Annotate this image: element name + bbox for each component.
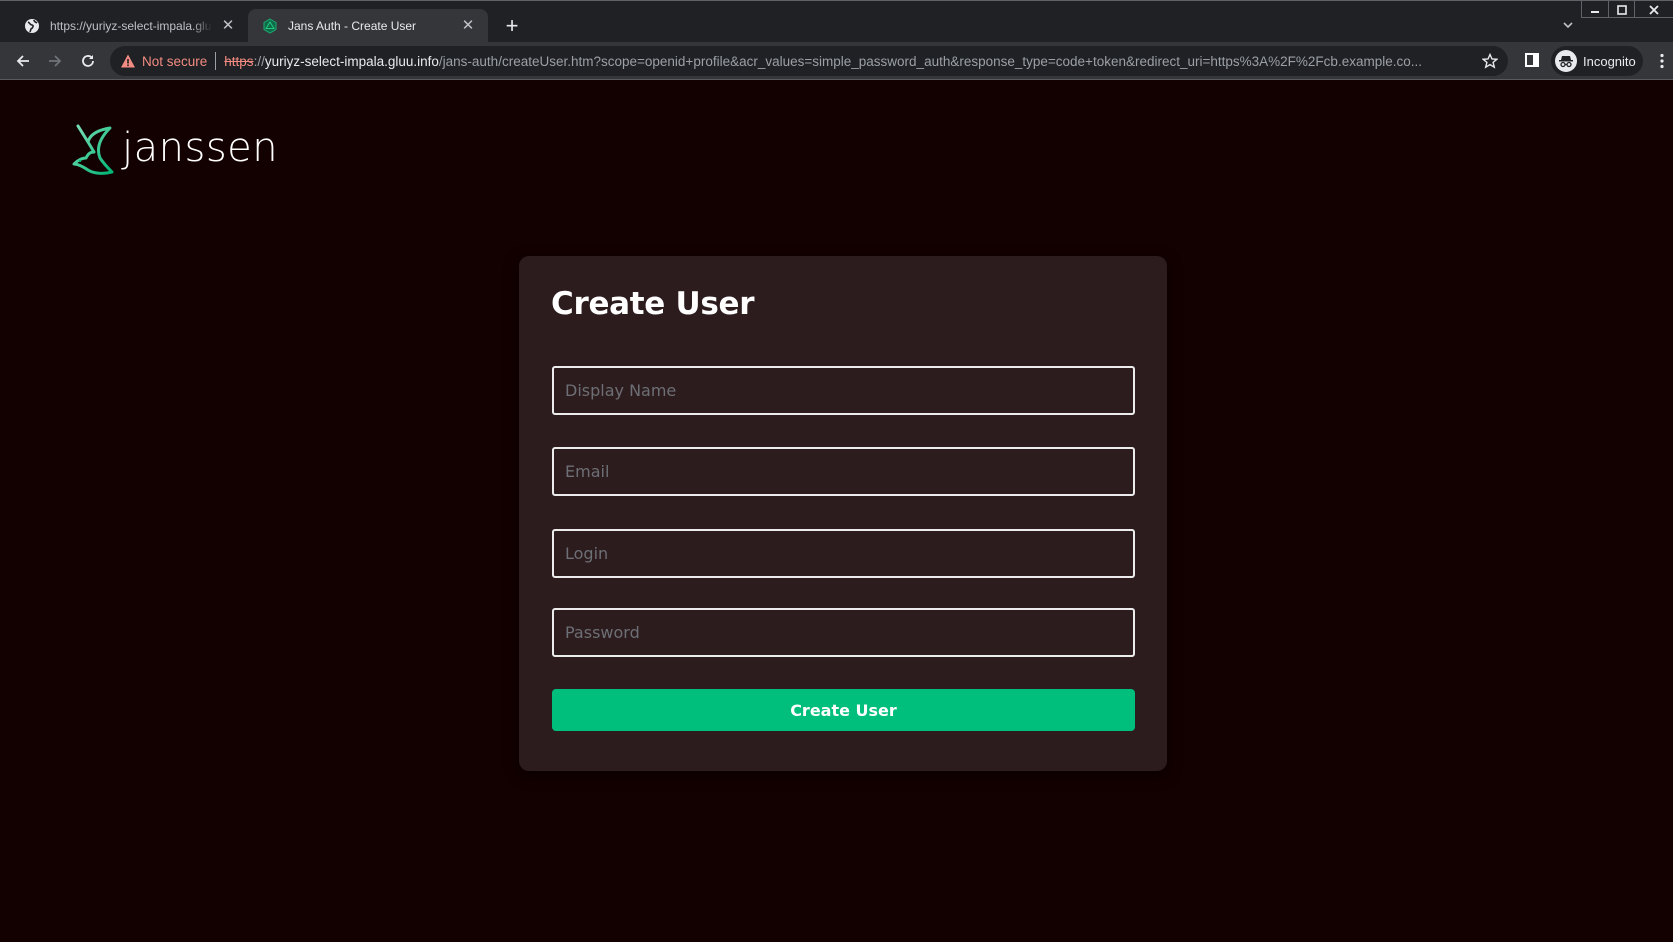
maximize-button[interactable] — [1608, 1, 1634, 18]
tab-search-chevron-icon[interactable] — [1560, 17, 1576, 33]
email-input[interactable] — [552, 447, 1135, 496]
incognito-label: Incognito — [1583, 53, 1636, 69]
security-status[interactable]: Not secure — [142, 54, 207, 69]
divider — [215, 52, 217, 70]
new-tab-button[interactable]: + — [500, 14, 524, 38]
browser-menu-kebab-icon[interactable] — [1658, 53, 1666, 69]
bird-logo-icon — [72, 124, 114, 175]
tab-title: https://yuriyz-select-impala.gluu.info — [50, 19, 212, 33]
reload-button[interactable] — [77, 50, 99, 72]
browser-tabstrip: https://yuriyz-select-impala.gluu.info ✕… — [0, 0, 1673, 43]
close-tab-icon[interactable]: ✕ — [460, 18, 476, 34]
url-slashes: :// — [253, 53, 265, 69]
url-path: /jans-auth/createUser.htm?scope=openid+p… — [438, 53, 1422, 69]
bookmark-star-icon[interactable] — [1481, 52, 1499, 69]
create-user-card: Create User Create User — [519, 256, 1167, 771]
incognito-icon — [1555, 50, 1577, 72]
janssen-icosahedron-icon — [262, 18, 278, 34]
side-panel-icon[interactable] — [1525, 53, 1539, 67]
url-host: yuriyz-select-impala.gluu.info — [264, 53, 439, 69]
warning-triangle-icon[interactable] — [120, 53, 136, 69]
reload-icon — [82, 55, 94, 67]
arrow-right-icon — [49, 55, 62, 67]
forward-button[interactable] — [44, 50, 66, 72]
display-name-input[interactable] — [552, 366, 1135, 415]
window-controls — [1581, 1, 1673, 18]
close-tab-icon[interactable]: ✕ — [220, 18, 236, 34]
globe-icon — [24, 18, 40, 34]
close-window-button[interactable] — [1634, 1, 1672, 18]
url-text[interactable]: https :// yuriyz-select-impala.gluu.info… — [224, 54, 1422, 69]
logo-wordmark: janssen — [122, 125, 279, 171]
incognito-profile-button[interactable]: Incognito — [1551, 46, 1643, 76]
browser-toolbar: Not secure https :// yuriyz-select-impal… — [0, 42, 1673, 80]
url-scheme: https — [224, 53, 254, 69]
janssen-logo[interactable]: janssen — [72, 124, 278, 178]
back-button[interactable] — [12, 50, 34, 72]
tab-active[interactable]: Jans Auth - Create User ✕ — [248, 9, 488, 43]
tab-inactive[interactable]: https://yuriyz-select-impala.gluu.info ✕ — [10, 9, 248, 43]
password-input[interactable] — [552, 608, 1135, 657]
tab-title: Jans Auth - Create User — [288, 19, 417, 33]
login-input[interactable] — [552, 529, 1135, 578]
create-user-button[interactable]: Create User — [552, 689, 1135, 731]
form-title: Create User — [551, 286, 755, 322]
minimize-button[interactable] — [1582, 1, 1608, 18]
address-bar[interactable]: Not secure https :// yuriyz-select-impal… — [110, 46, 1508, 76]
arrow-left-icon — [16, 55, 29, 67]
